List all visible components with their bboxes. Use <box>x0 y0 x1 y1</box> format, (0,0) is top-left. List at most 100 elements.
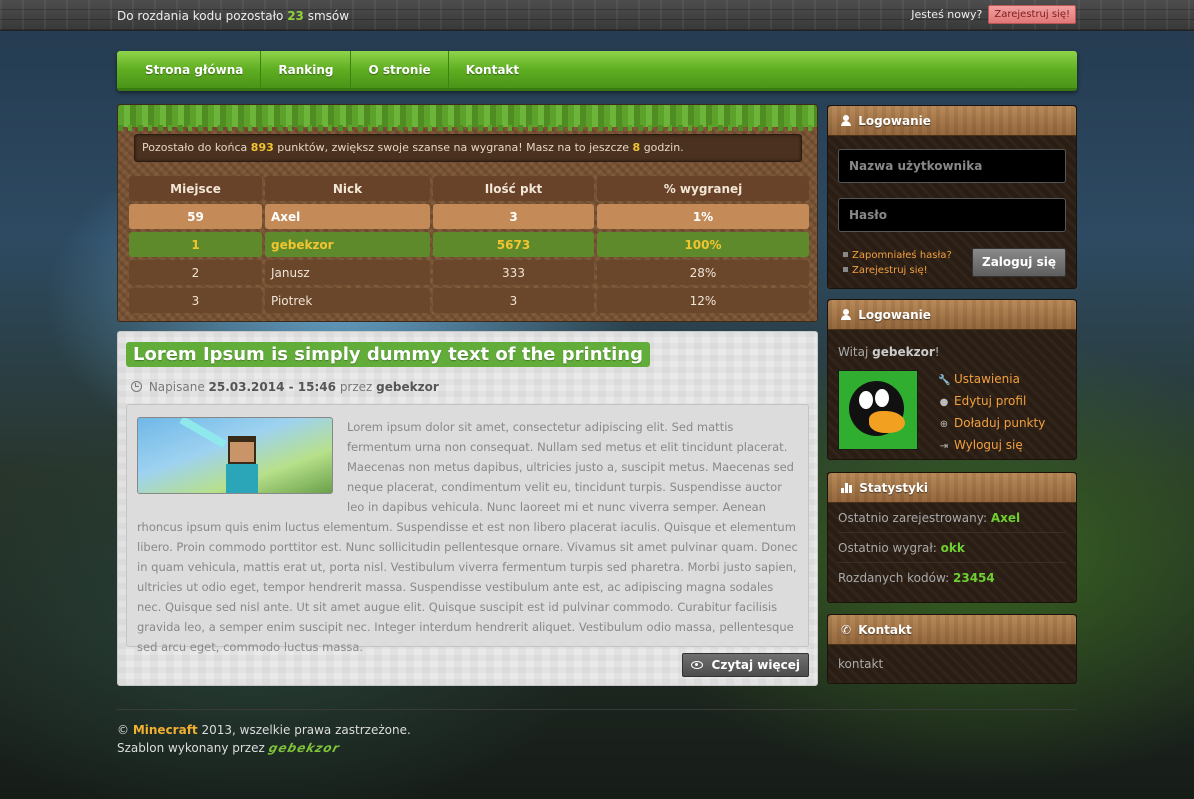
menu-item-label: Wyloguj się <box>954 438 1023 452</box>
username-input[interactable]: Nazwa użytkownika <box>838 149 1066 183</box>
points-info-suffix: godzin. <box>643 141 684 154</box>
cell-points: 5673 <box>433 232 594 257</box>
user-icon <box>841 115 851 126</box>
cell-percent: 1% <box>597 204 809 229</box>
hours-remaining: 8 <box>632 141 641 154</box>
menu-item-settings[interactable]: 🔧 Ustawienia <box>938 369 1045 391</box>
codes-suffix: smsów <box>307 9 350 23</box>
menu-item-edit-profile[interactable]: ● Edytuj profil <box>938 391 1045 413</box>
top-bar: Do rozdania kodu pozostało 23 smsów Jest… <box>0 0 1194 31</box>
user-box-title: Logowanie <box>858 308 931 322</box>
login-box-title: Logowanie <box>858 114 931 128</box>
user-box: Logowanie Witaj gebekzor! 🔧 Ustawienia ● E… <box>827 299 1077 460</box>
stat-value: okk <box>940 541 965 555</box>
stats-box-title: Statystyki <box>859 481 929 495</box>
meta-by: przez <box>339 380 373 394</box>
stat-value: Axel <box>990 511 1021 525</box>
stat-label: Rozdanych kodów: <box>838 571 950 585</box>
footer-brand-link[interactable]: Minecraft <box>133 723 198 737</box>
table-row: 2 Janusz 333 28% <box>129 260 809 285</box>
welcome-suffix: ! <box>934 345 940 359</box>
points-info-prefix: Pozostało do końca <box>142 141 248 154</box>
stat-label: Ostatnio zarejestrowany: <box>838 511 987 525</box>
footer: © Minecraft 2013, wszelkie prawa zastrze… <box>117 721 411 757</box>
points-info-middle: punktów, zwiększ swoje szanse na wygrana… <box>277 141 630 154</box>
new-user-area: Jesteś nowy? Zarejestruj się! <box>911 5 1076 24</box>
points-remaining: 893 <box>250 141 274 154</box>
copyright-symbol: © <box>117 723 129 737</box>
codes-remaining: Do rozdania kodu pozostało 23 smsów <box>117 9 349 23</box>
header-percent: % wygranej <box>597 176 809 201</box>
cell-nick: Axel <box>265 204 430 229</box>
template-by-label: Szablon wykonany przez <box>117 741 265 755</box>
register-button[interactable]: Zarejestruj się! <box>988 5 1076 24</box>
stats-list: Ostatnio zarejestrowany: Axel Ostatnio w… <box>828 503 1076 593</box>
nav-item-contact[interactable]: Kontakt <box>449 51 536 88</box>
clock-icon <box>131 381 142 392</box>
bar-chart-icon <box>841 483 852 493</box>
ranking-panel: Pozostało do końca 893 punktów, zwiększ … <box>117 104 818 322</box>
article-meta: Napisane 25.03.2014 - 15:46 przez gebekz… <box>131 380 439 394</box>
register-label: Zarejestruj się! <box>852 265 928 276</box>
welcome-prefix: Witaj <box>838 345 869 359</box>
cell-points: 3 <box>433 288 594 313</box>
nav-item-ranking[interactable]: Ranking <box>261 51 352 88</box>
contact-box: ✆ Kontakt kontakt <box>827 614 1077 684</box>
stats-box-header: Statystyki <box>828 473 1076 503</box>
grass-border <box>118 105 817 131</box>
author-signature-logo[interactable]: gebekzor <box>266 739 341 757</box>
points-info: Pozostało do końca 893 punktów, zwiększ … <box>134 134 802 162</box>
header-nick: Nick <box>265 176 430 201</box>
article-body: Lorem ipsum dolor sit amet, consectetur … <box>126 404 809 654</box>
cell-percent: 28% <box>597 260 809 285</box>
read-more-button[interactable]: Czytaj więcej <box>682 653 809 677</box>
header-place: Miejsce <box>129 176 262 201</box>
user-icon <box>841 309 851 320</box>
read-more-label: Czytaj więcej <box>711 658 800 672</box>
password-input[interactable]: Hasło <box>838 198 1066 232</box>
table-row: 59 Axel 3 1% <box>129 204 809 229</box>
stat-value: 23454 <box>953 571 995 585</box>
stat-codes-given: Rozdanych kodów: 23454 <box>838 563 1066 593</box>
cell-place: 1 <box>129 232 262 257</box>
footer-template-credit: Szablon wykonany przez gebekzor <box>117 739 411 757</box>
stat-last-registered: Ostatnio zarejestrowany: Axel <box>838 503 1066 533</box>
contact-box-header: ✆ Kontakt <box>828 615 1076 645</box>
login-button[interactable]: Zaloguj się <box>972 248 1066 277</box>
bullet-icon <box>843 267 848 272</box>
menu-item-top-up-points[interactable]: ⊕ Doładuj punkty <box>938 413 1046 435</box>
pickaxe-shape <box>179 418 227 448</box>
contact-text: kontakt <box>838 657 884 671</box>
cell-percent: 12% <box>597 288 809 313</box>
table-row: 1 gebekzor 5673 100% <box>129 232 809 257</box>
avatar <box>838 370 918 450</box>
ranking-table: Miejsce Nick Ilość pkt % wygranej 59 Axe… <box>126 173 812 316</box>
table-row: 3 Piotrek 3 12% <box>129 288 809 313</box>
footer-divider <box>117 709 1077 710</box>
footer-rights: 2013, wszelkie prawa zastrzeżone. <box>201 723 411 737</box>
header-points: Ilość pkt <box>433 176 594 201</box>
cell-nick: gebekzor <box>265 232 430 257</box>
forgot-password-link[interactable]: Zapomniałeś hasła? <box>843 248 952 263</box>
steve-face <box>230 442 254 462</box>
nav-item-home[interactable]: Strona główna <box>117 51 262 88</box>
forgot-password-label: Zapomniałeś hasła? <box>852 250 952 261</box>
news-article: Lorem Ipsum is simply dummy text of the … <box>117 331 818 686</box>
login-box: Logowanie Nazwa użytkownika Hasło Zapomn… <box>827 105 1077 289</box>
steve-body <box>226 464 258 493</box>
menu-item-logout[interactable]: ⇥ Wyloguj się <box>938 435 1045 457</box>
cell-points: 3 <box>433 204 594 229</box>
plus-circle-icon: ⊕ <box>939 419 949 430</box>
cell-points: 333 <box>433 260 594 285</box>
sign-out-icon: ⇥ <box>939 441 949 452</box>
nav-item-about[interactable]: O stronie <box>351 51 449 88</box>
article-title[interactable]: Lorem Ipsum is simply dummy text of the … <box>126 342 651 367</box>
register-link[interactable]: Zarejestruj się! <box>843 263 952 278</box>
avatar-beak <box>869 411 905 433</box>
cell-percent: 100% <box>597 232 809 257</box>
article-image <box>137 417 333 494</box>
meta-prefix: Napisane <box>148 380 205 394</box>
user-menu: 🔧 Ustawienia ● Edytuj profil ⊕ Doładuj punk… <box>938 369 1045 457</box>
stats-box: Statystyki Ostatnio zarejestrowany: Axel… <box>827 472 1077 603</box>
new-user-question: Jesteś nowy? <box>911 8 983 21</box>
